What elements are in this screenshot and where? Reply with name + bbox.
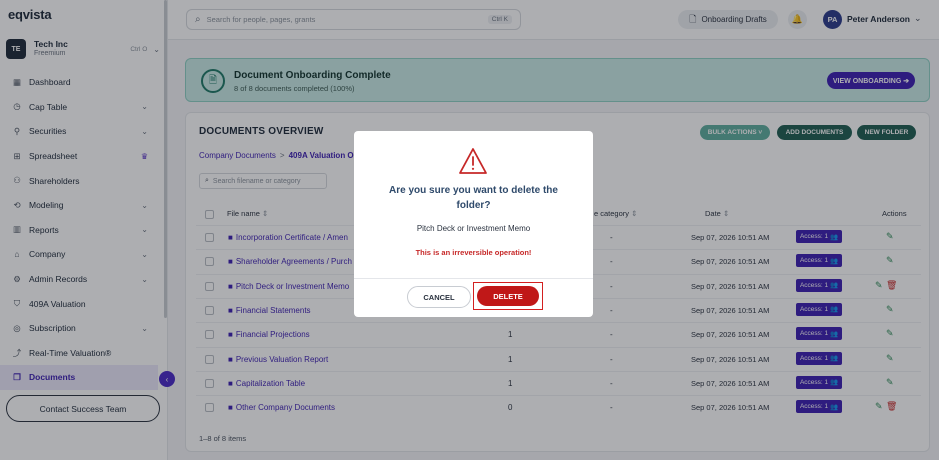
cancel-button[interactable]: CANCEL [407,286,471,308]
delete-folder-dialog: Are you sure you want to delete the fold… [354,131,593,317]
delete-button[interactable]: DELETE [477,286,539,306]
warning-icon [459,148,487,174]
dialog-divider [354,278,593,279]
dialog-title: Are you sure you want to delete the fold… [389,185,558,211]
delete-button-highlight: DELETE [473,282,543,310]
dialog-folder-name: Pitch Deck or Investment Memo [416,224,531,233]
dialog-warning: This is an irreversible operation! [415,248,532,257]
